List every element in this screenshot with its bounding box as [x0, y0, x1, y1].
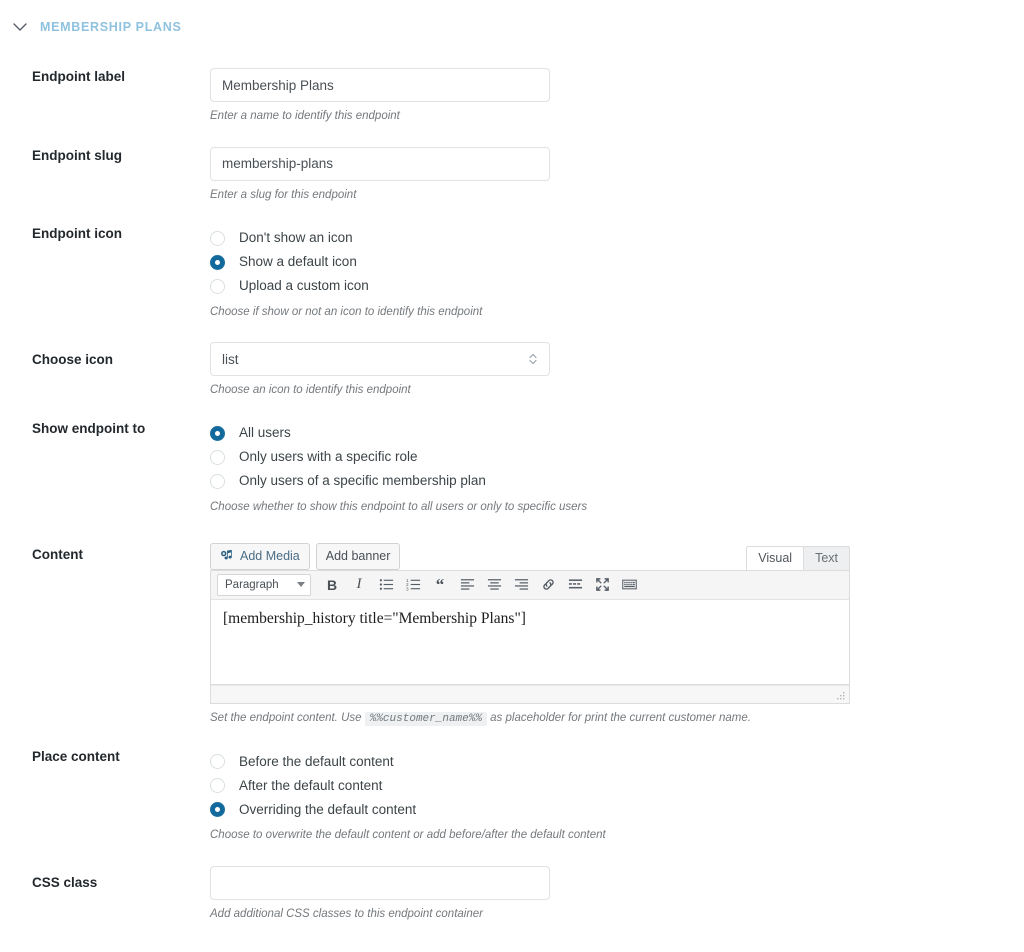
choose-icon-select[interactable]: list [210, 341, 550, 376]
align-center-icon[interactable] [485, 575, 503, 595]
label-choose-icon: Choose icon [32, 351, 114, 367]
radio-label: Don't show an icon [239, 230, 353, 246]
form-row-show-endpoint-to: Show endpoint to All users Only users wi… [0, 420, 1024, 516]
radio-mark[interactable] [210, 230, 225, 246]
endpoint-icon-radio-group: Don't show an icon Show a default icon U… [210, 225, 1024, 298]
radio-label: After the default content [239, 777, 383, 793]
editor-topbar: Add Media Add banner Visual Text [210, 538, 850, 570]
radio-before-default-content[interactable]: Before the default content [210, 749, 1024, 773]
bulleted-list-icon[interactable] [377, 575, 395, 595]
radio-all-users[interactable]: All users [210, 421, 1024, 445]
css-class-input[interactable] [210, 865, 550, 900]
label-endpoint-label: Endpoint label [32, 69, 125, 84]
label-show-endpoint-to: Show endpoint to [32, 421, 146, 437]
radio-label: Show a default icon [239, 254, 357, 270]
form-row-endpoint-slug: Endpoint slug Enter a slug for this endp… [0, 146, 1024, 204]
help-css-class: Add additional CSS classes to this endpo… [210, 907, 483, 920]
link-icon[interactable] [539, 575, 557, 595]
read-more-icon[interactable] [566, 575, 584, 595]
radio-dont-show-icon[interactable]: Don't show an icon [210, 226, 1024, 250]
bold-icon[interactable]: B [323, 575, 341, 595]
form-row-endpoint-icon: Endpoint icon Don't show an icon Show a … [0, 225, 1024, 321]
align-right-icon[interactable] [512, 575, 530, 595]
add-media-button[interactable]: Add Media [210, 542, 310, 570]
radio-label: Only users with a specific role [239, 449, 418, 465]
tab-visual[interactable]: Visual [746, 545, 805, 570]
svg-text:3: 3 [406, 587, 409, 592]
wysiwyg-editor: Add Media Add banner Visual Text Paragra… [210, 538, 850, 704]
radio-after-default-content[interactable]: After the default content [210, 773, 1024, 797]
help-endpoint-slug: Enter a slug for this endpoint [210, 188, 357, 201]
radio-label: Only users of a specific membership plan [239, 473, 486, 489]
media-buttons: Add Media Add banner [210, 542, 401, 570]
section-title: MEMBERSHIP PLANS [40, 20, 182, 34]
form-row-place-content: Place content Before the default content… [0, 748, 1024, 844]
add-banner-label: Add banner [325, 549, 391, 564]
fullscreen-icon[interactable] [593, 575, 611, 595]
format-select-value: Paragraph [225, 578, 279, 591]
radio-upload-custom-icon[interactable]: Upload a custom icon [210, 274, 1024, 298]
format-select[interactable]: Paragraph [217, 573, 311, 596]
label-content: Content [32, 546, 83, 562]
form-row-endpoint-label: Endpoint label Enter a name to identify … [0, 68, 1024, 125]
help-content: Set the endpoint content. Use %%customer… [210, 711, 1024, 727]
form-row-css-class: CSS class Add additional CSS classes to … [0, 865, 1024, 923]
help-content-suffix: as placeholder for print the current cus… [490, 711, 751, 724]
editor-content-area[interactable]: [membership_history title="Membership Pl… [210, 599, 850, 685]
wordpress-media-icon [220, 549, 235, 564]
label-endpoint-slug: Endpoint slug [32, 147, 122, 163]
help-place-content: Choose to overwrite the default content … [210, 829, 606, 842]
radio-show-default-icon[interactable]: Show a default icon [210, 250, 1024, 274]
caret-down-icon [297, 582, 305, 588]
radio-mark[interactable] [210, 777, 225, 793]
radio-label: Upload a custom icon [239, 278, 369, 294]
add-banner-button[interactable]: Add banner [315, 542, 401, 570]
radio-mark-selected[interactable] [210, 425, 225, 441]
radio-specific-membership-plan[interactable]: Only users of a specific membership plan [210, 469, 1024, 493]
radio-specific-role[interactable]: Only users with a specific role [210, 445, 1024, 469]
endpoint-settings-form: Endpoint label Enter a name to identify … [0, 68, 1024, 922]
radio-overriding-default-content[interactable]: Overriding the default content [210, 797, 1024, 821]
numbered-list-icon[interactable]: 1 2 3 [404, 575, 422, 595]
label-endpoint-icon: Endpoint icon [32, 226, 122, 242]
chevron-down-icon[interactable] [10, 17, 30, 37]
place-content-radio-group: Before the default content After the def… [210, 748, 1024, 821]
endpoint-slug-input[interactable] [210, 146, 550, 181]
editor-statusbar [210, 684, 850, 704]
endpoint-label-input[interactable] [210, 68, 550, 102]
tab-text[interactable]: Text [803, 545, 850, 570]
help-choose-icon: Choose an icon to identify this endpoint [210, 383, 411, 396]
radio-mark[interactable] [210, 449, 225, 465]
blockquote-icon[interactable]: “ [431, 575, 449, 595]
radio-label: Before the default content [239, 753, 394, 769]
show-endpoint-to-radio-group: All users Only users with a specific rol… [210, 420, 1024, 493]
editor-mode-tabs: Visual Text [746, 545, 850, 570]
radio-mark[interactable] [210, 278, 225, 294]
section-header[interactable]: MEMBERSHIP PLANS [0, 0, 1024, 40]
radio-mark-selected[interactable] [210, 254, 225, 270]
radio-mark-selected[interactable] [210, 801, 225, 817]
radio-mark[interactable] [210, 753, 225, 769]
help-endpoint-icon: Choose if show or not an icon to identif… [210, 306, 483, 319]
align-left-icon[interactable] [458, 575, 476, 595]
label-place-content: Place content [32, 749, 120, 765]
italic-icon[interactable]: I [350, 575, 368, 595]
help-content-prefix: Set the endpoint content. Use [210, 711, 362, 724]
form-row-content: Content Add Media Add banner Visual Text… [0, 538, 1024, 727]
help-content-code: %%customer_name%% [364, 711, 487, 726]
form-row-choose-icon: Choose icon list Choose an icon to ident… [0, 341, 1024, 399]
radio-mark[interactable] [210, 473, 225, 489]
radio-label: Overriding the default content [239, 801, 417, 817]
add-media-label: Add Media [240, 549, 300, 564]
toolbar-toggle-icon[interactable] [620, 575, 638, 595]
radio-label: All users [239, 425, 291, 441]
help-show-endpoint-to: Choose whether to show this endpoint to … [210, 501, 588, 514]
help-endpoint-label: Enter a name to identify this endpoint [210, 110, 400, 122]
editor-toolbar: Paragraph B I 1 2 3 “ [210, 569, 850, 600]
resize-handle-icon[interactable] [835, 690, 846, 701]
label-css-class: CSS class [32, 874, 98, 890]
